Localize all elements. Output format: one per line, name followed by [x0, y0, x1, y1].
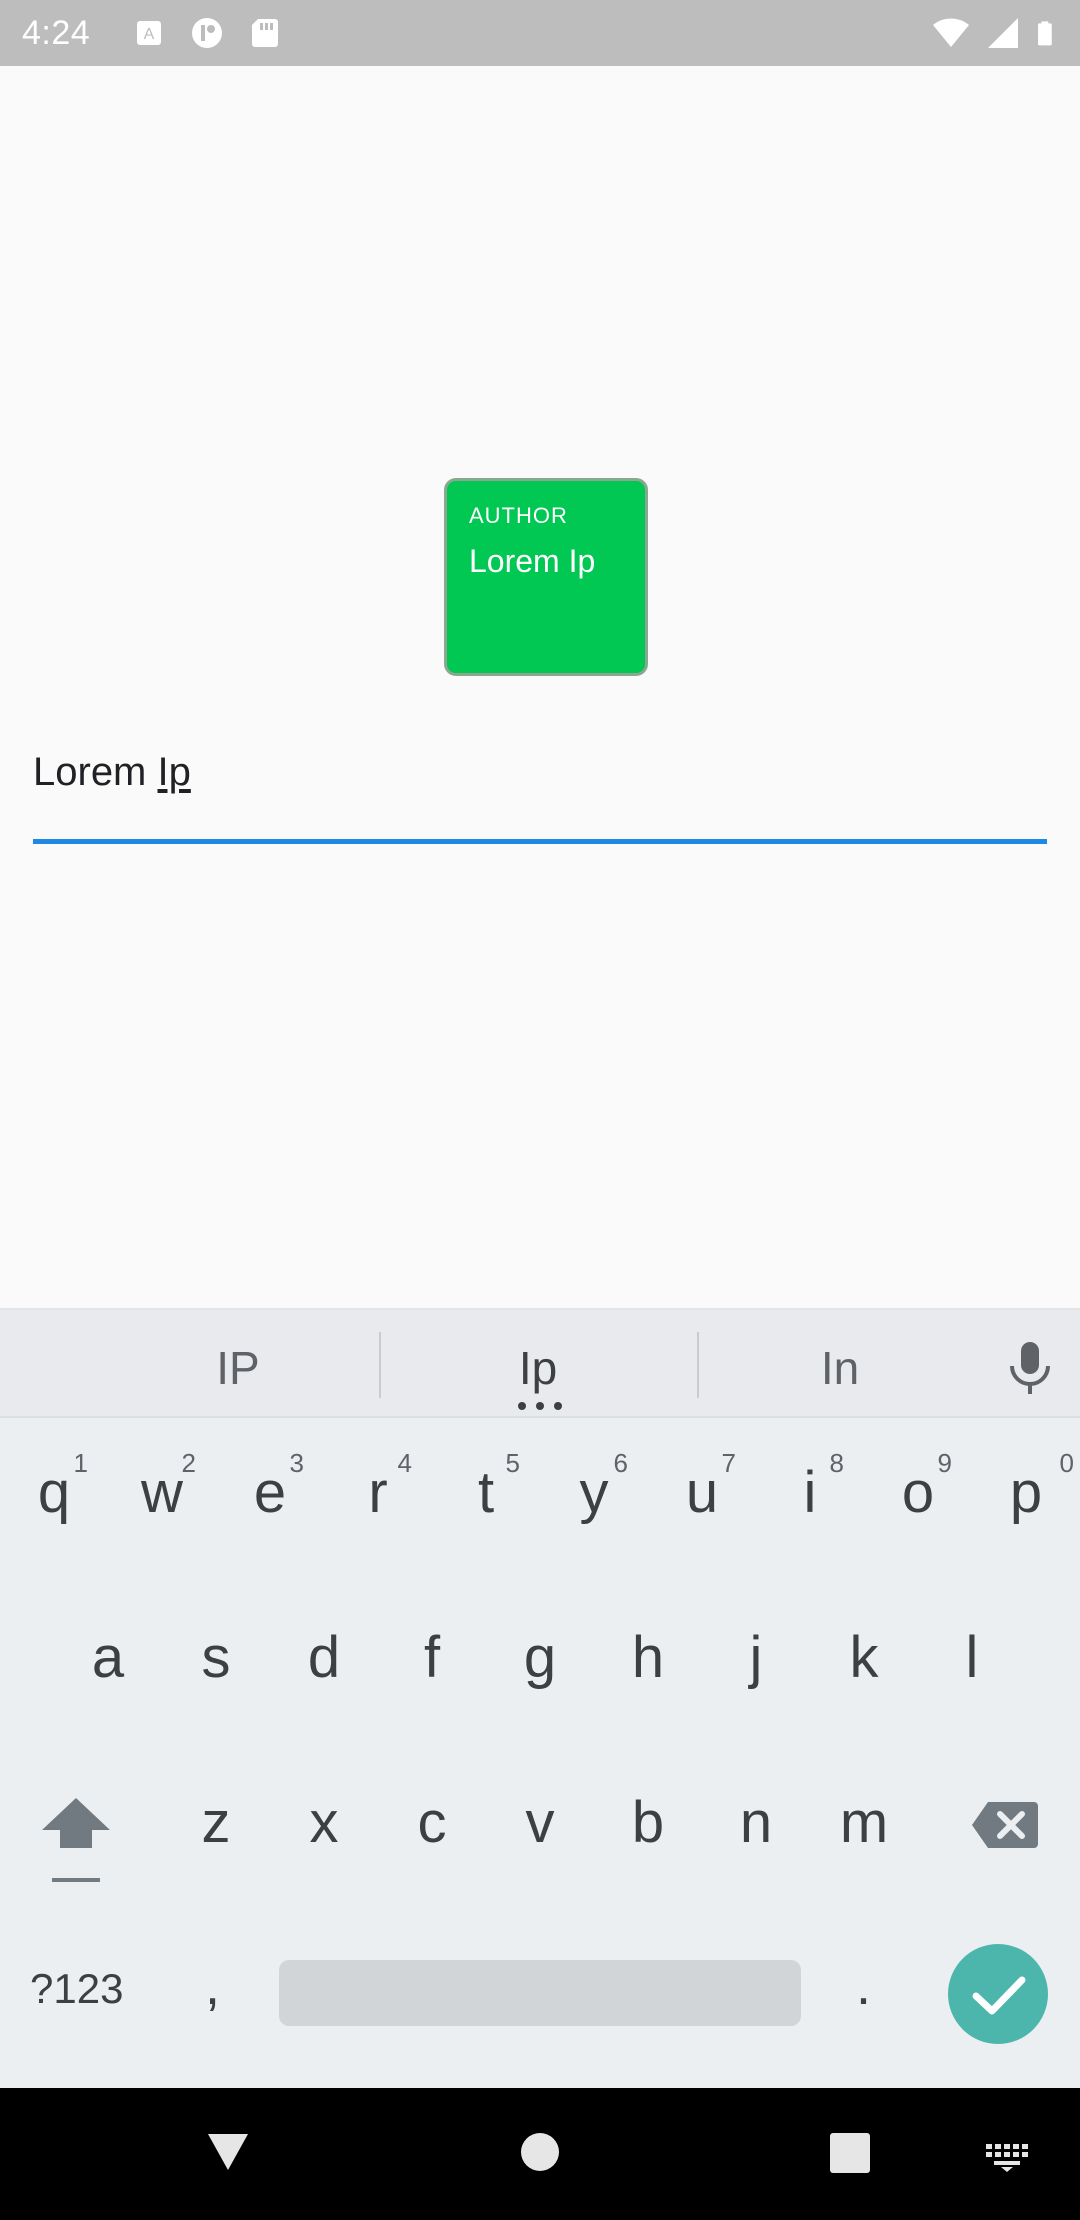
- suggestion-divider: [379, 1332, 381, 1398]
- svg-text:A: A: [144, 26, 155, 43]
- author-name-input[interactable]: Lorem Ip: [33, 740, 1047, 844]
- comma-key[interactable]: ,: [205, 1955, 220, 2017]
- key-c[interactable]: c: [378, 1750, 486, 1900]
- key-p[interactable]: 0p: [972, 1420, 1080, 1570]
- notification-app-icon: [192, 18, 222, 48]
- key-label: e: [253, 1460, 287, 1525]
- back-icon[interactable]: [206, 2130, 250, 2174]
- key-k[interactable]: k: [810, 1585, 918, 1735]
- key-label: l: [965, 1625, 979, 1690]
- status-icons-right: [932, 14, 1062, 52]
- period-key[interactable]: .: [856, 1955, 871, 2017]
- author-card-name: Lorem Ip: [469, 543, 596, 579]
- key-label: m: [839, 1790, 889, 1855]
- key-label: n: [739, 1790, 773, 1855]
- key-label: a: [91, 1625, 125, 1690]
- input-value-prefix: Lorem: [33, 750, 158, 794]
- key-l[interactable]: l: [918, 1585, 1026, 1735]
- shift-key-icon[interactable]: [36, 1790, 116, 1890]
- key-j[interactable]: j: [702, 1585, 810, 1735]
- key-r[interactable]: 4r: [324, 1420, 432, 1570]
- key-label: b: [631, 1790, 665, 1855]
- key-label: u: [685, 1460, 719, 1525]
- key-d[interactable]: d: [270, 1585, 378, 1735]
- key-v[interactable]: v: [486, 1750, 594, 1900]
- key-label: x: [309, 1790, 339, 1855]
- status-icons-left: A: [130, 14, 284, 52]
- key-x[interactable]: x: [270, 1750, 378, 1900]
- key-b[interactable]: b: [594, 1750, 702, 1900]
- key-label: p: [1009, 1460, 1043, 1525]
- key-label: q: [37, 1460, 71, 1525]
- key-g[interactable]: g: [486, 1585, 594, 1735]
- key-w[interactable]: 2w: [108, 1420, 216, 1570]
- key-i[interactable]: 8i: [756, 1420, 864, 1570]
- cell-signal-icon: [988, 18, 1018, 48]
- sd-card-icon: [252, 19, 278, 47]
- battery-icon: [1038, 21, 1052, 46]
- home-icon[interactable]: [519, 2131, 561, 2173]
- suggestion-1[interactable]: IP: [118, 1310, 358, 1418]
- microphone-icon[interactable]: [1000, 1338, 1060, 1398]
- key-label: j: [749, 1625, 763, 1690]
- check-icon: [972, 1976, 1026, 2015]
- key-n[interactable]: n: [702, 1750, 810, 1900]
- key-h[interactable]: h: [594, 1585, 702, 1735]
- key-label: h: [631, 1625, 665, 1690]
- status-bar: 4:24 A: [0, 0, 1080, 66]
- keyboard-switch-icon[interactable]: [984, 2142, 1030, 2172]
- author-card[interactable]: AUTHOR Lorem Ip: [444, 478, 648, 676]
- key-label: i: [803, 1460, 817, 1525]
- more-suggestions-dots[interactable]: [518, 1402, 562, 1410]
- input-value: Lorem Ip: [33, 750, 191, 795]
- suggestion-3[interactable]: In: [720, 1310, 960, 1418]
- key-label: v: [525, 1790, 555, 1855]
- key-m[interactable]: m: [810, 1750, 918, 1900]
- key-f[interactable]: f: [378, 1585, 486, 1735]
- key-y[interactable]: 6y: [540, 1420, 648, 1570]
- key-e[interactable]: 3e: [216, 1420, 324, 1570]
- key-label: t: [477, 1460, 495, 1525]
- key-label: s: [201, 1625, 231, 1690]
- recents-icon[interactable]: [829, 2132, 871, 2174]
- key-z[interactable]: z: [162, 1750, 270, 1900]
- key-a[interactable]: a: [54, 1585, 162, 1735]
- suggestion-bar: IP Ip In: [0, 1310, 1080, 1418]
- enter-key[interactable]: [948, 1944, 1048, 2044]
- key-label: k: [849, 1625, 879, 1690]
- backspace-icon[interactable]: [970, 1800, 1040, 1850]
- key-label: f: [423, 1625, 441, 1690]
- status-time: 4:24: [22, 14, 91, 52]
- key-label: z: [201, 1790, 231, 1855]
- key-label: w: [141, 1460, 183, 1525]
- key-label: g: [523, 1625, 557, 1690]
- key-label: y: [579, 1460, 609, 1525]
- key-label: c: [417, 1790, 447, 1855]
- input-underline: [33, 839, 1047, 844]
- key-s[interactable]: s: [162, 1585, 270, 1735]
- key-label: r: [368, 1460, 388, 1525]
- text-recognition-icon: A: [137, 21, 161, 45]
- key-q[interactable]: 1q: [0, 1420, 108, 1570]
- key-label: o: [901, 1460, 935, 1525]
- key-o[interactable]: 9o: [864, 1420, 972, 1570]
- space-bar[interactable]: [279, 1960, 801, 2026]
- key-u[interactable]: 7u: [648, 1420, 756, 1570]
- navigation-bar: [0, 2088, 1080, 2220]
- input-composing-text: Ip: [157, 750, 191, 794]
- key-label: d: [307, 1625, 341, 1690]
- wifi-icon: [933, 18, 969, 47]
- key-t[interactable]: 5t: [432, 1420, 540, 1570]
- symbols-key[interactable]: ?123: [30, 1965, 123, 2013]
- suggestion-divider: [697, 1332, 699, 1398]
- author-card-label: AUTHOR: [469, 503, 568, 528]
